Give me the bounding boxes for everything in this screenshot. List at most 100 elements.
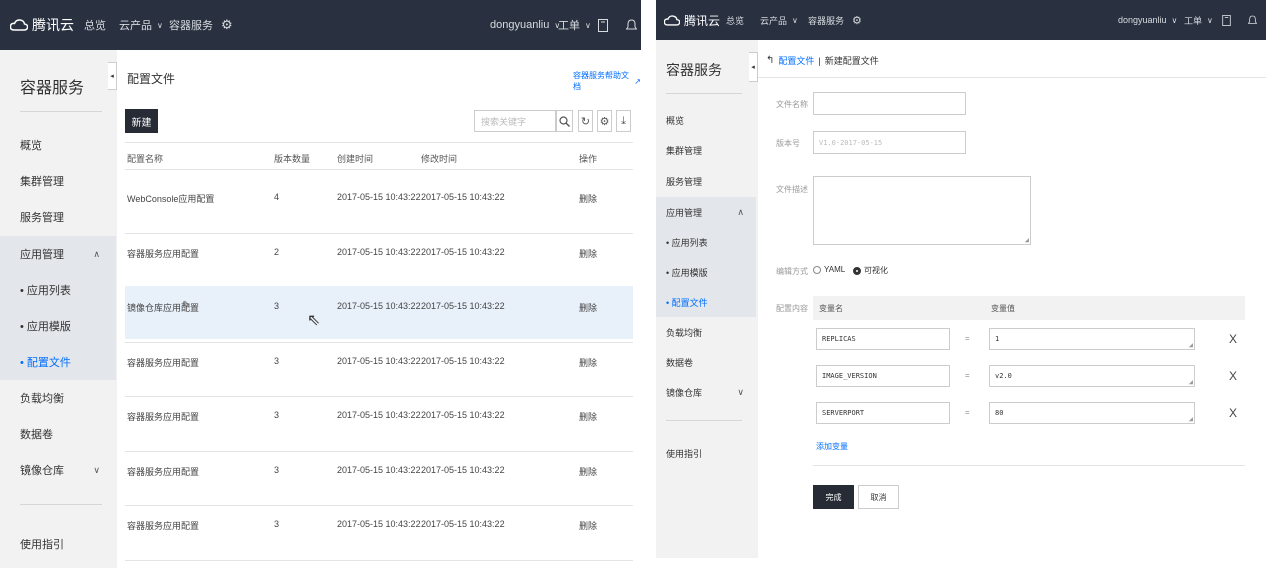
remove-variable-button[interactable]: X — [1229, 332, 1237, 346]
delete-link[interactable]: 删除 — [579, 410, 597, 423]
file-name-input[interactable] — [813, 92, 966, 115]
variable-value-input[interactable]: 80 ◢ — [989, 402, 1195, 424]
breadcrumb-config-files[interactable]: 配置文件 — [778, 54, 814, 67]
variable-name-input[interactable]: IMAGE_VERSION — [816, 365, 950, 387]
search-placeholder: 搜索关键字 — [481, 116, 527, 127]
nav-products[interactable]: 云产品 ∨ — [760, 0, 798, 40]
sidebar-item-volumes[interactable]: 数据卷 — [0, 416, 116, 452]
sidebar-item-load-balancer[interactable]: 负载均衡 — [656, 317, 756, 347]
sidebar-item-image-registry[interactable]: 镜像仓库 ∨ — [656, 377, 756, 407]
sidebar-item-load-balancer[interactable]: 负载均衡 — [0, 380, 116, 416]
config-name-link[interactable]: WebConsole应用配置 — [127, 192, 214, 205]
back-arrow-icon[interactable]: ↰ — [766, 55, 774, 66]
user-menu[interactable]: dongyuanliu ∨ — [1118, 0, 1177, 40]
search-input[interactable]: 搜索关键字 — [474, 110, 556, 132]
remove-variable-button[interactable]: X — [1229, 406, 1237, 420]
cancel-button[interactable]: 取消 — [858, 485, 899, 509]
tickets-menu[interactable]: 工单 ∨ — [558, 0, 591, 50]
notification-icon[interactable] — [1248, 0, 1257, 40]
variable-value-input[interactable]: v2.0 ◢ — [989, 365, 1195, 387]
sidebar-item-image-registry[interactable]: 镜像仓库 ∨ — [0, 452, 116, 488]
submit-button[interactable]: 完成 — [813, 485, 854, 509]
document-icon[interactable] — [1222, 0, 1231, 40]
delete-link[interactable]: 删除 — [579, 356, 597, 369]
sidebar-item-config-files[interactable]: • 配置文件 — [0, 344, 116, 380]
sidebar-item-label: 负载均衡 — [20, 393, 64, 405]
document-icon[interactable] — [598, 0, 608, 50]
chevron-down-icon: ∨ — [157, 20, 163, 30]
settings-button[interactable]: ⚙ — [597, 110, 612, 132]
file-name-label: 文件名称 — [776, 100, 808, 109]
col-header-name: 配置名称 — [127, 154, 164, 164]
sidebar-item-app-templates[interactable]: • 应用模版 — [656, 257, 756, 287]
config-name-link[interactable]: 容器服务应用配置 — [127, 247, 199, 260]
delete-link[interactable]: 删除 — [579, 301, 597, 314]
row-divider — [125, 450, 633, 452]
brand-name: 腾讯云 — [684, 13, 721, 28]
new-config-button[interactable]: 新建 — [125, 109, 158, 133]
config-name-link[interactable]: 容器服务应用配置 — [127, 356, 199, 369]
sidebar-item-label: • 配置文件 — [666, 297, 708, 308]
delete-link[interactable]: 删除 — [579, 247, 597, 260]
variable-value-input[interactable]: 1 ◢ — [989, 328, 1195, 350]
sidebar-item-app-management[interactable]: 应用管理 ∧ — [656, 197, 756, 227]
sidebar-item-overview[interactable]: 概览 — [0, 127, 116, 163]
config-name-link[interactable]: 容器服务应用配置 — [127, 410, 199, 423]
delete-link[interactable]: 删除 — [579, 519, 597, 532]
sidebar-collapse-toggle[interactable]: ◂ — [749, 52, 758, 82]
sidebar-item-overview[interactable]: 概览 — [656, 105, 756, 135]
sidebar-item-guide[interactable]: 使用指引 — [0, 526, 116, 562]
sidebar-item-guide[interactable]: 使用指引 — [656, 438, 756, 468]
radio-checked-icon — [853, 266, 861, 275]
brand-logo[interactable]: 腾讯云 — [10, 0, 74, 50]
table-cell-created: 2017-05-15 10:43:22 — [337, 246, 421, 257]
sidebar-item-app-list[interactable]: • 应用列表 — [0, 272, 116, 308]
table-cell-modified: 2017-05-15 10:43:22 — [421, 192, 505, 202]
nav-container-service[interactable]: 容器服务 ⚙ — [808, 0, 862, 40]
description-textarea[interactable]: ◢ — [813, 176, 1031, 245]
help-doc-link[interactable]: 容器服务帮助文档 ↗ — [573, 70, 641, 92]
variable-name-input[interactable]: SERVERPORT — [816, 402, 950, 424]
sidebar-item-services[interactable]: 服务管理 — [656, 166, 756, 196]
sidebar-item-app-management[interactable]: 应用管理 ∧ — [0, 236, 116, 272]
delete-link[interactable]: 删除 — [579, 192, 597, 205]
sidebar-item-label: 镜像仓库 — [666, 387, 703, 398]
brand-logo[interactable]: 腾讯云 — [664, 0, 720, 40]
sidebar-item-services[interactable]: 服务管理 — [0, 199, 116, 235]
resize-handle-icon: ◢ — [1188, 415, 1193, 423]
nav-overview[interactable]: 总览 — [84, 0, 106, 50]
gear-icon: ⚙ — [221, 17, 233, 32]
mode-visual-radio[interactable]: 可视化 — [853, 265, 888, 276]
refresh-button[interactable]: ↻ — [578, 110, 593, 132]
notification-icon[interactable] — [626, 0, 637, 50]
search-button[interactable] — [556, 110, 573, 132]
edit-pencil-icon[interactable]: ✎ — [182, 300, 190, 311]
sidebar-item-volumes[interactable]: 数据卷 — [656, 347, 756, 377]
download-button[interactable]: ⤓ — [616, 110, 631, 132]
sidebar-divider — [666, 93, 742, 94]
table-cell-created: 2017-05-15 10:43:22 — [337, 192, 421, 202]
config-name-link[interactable]: 容器服务应用配置 — [127, 519, 199, 532]
tickets-menu[interactable]: 工单 ∨ — [1184, 0, 1213, 40]
new-config-label: 新建 — [131, 117, 152, 129]
nav-container-service[interactable]: 容器服务 ⚙ — [169, 0, 233, 50]
sidebar-item-app-list[interactable]: • 应用列表 — [656, 227, 756, 257]
user-menu[interactable]: dongyuanliu ∨ — [490, 0, 560, 50]
add-variable-link[interactable]: 添加变量 — [816, 441, 848, 452]
sidebar-item-label: 集群管理 — [20, 176, 64, 188]
remove-variable-button[interactable]: X — [1229, 369, 1237, 383]
sidebar-item-label: 服务管理 — [20, 212, 64, 224]
mode-yaml-radio[interactable]: YAML — [813, 265, 845, 274]
config-name-link[interactable]: 容器服务应用配置 — [127, 465, 199, 478]
sidebar-item-app-templates[interactable]: • 应用模版 — [0, 308, 116, 344]
version-input[interactable]: V1.0-2017-05-15 — [813, 131, 966, 154]
sidebar-item-clusters[interactable]: 集群管理 — [656, 135, 756, 165]
sidebar-item-config-files[interactable]: • 配置文件 — [656, 287, 756, 317]
sidebar-item-clusters[interactable]: 集群管理 — [0, 163, 116, 199]
nav-overview[interactable]: 总览 — [726, 0, 744, 40]
variable-name-input[interactable]: REPLICAS — [816, 328, 950, 350]
nav-products[interactable]: 云产品 ∨ — [119, 0, 163, 50]
edit-mode-label: 编辑方式 — [776, 267, 808, 276]
delete-link[interactable]: 删除 — [579, 465, 597, 478]
sidebar-collapse-toggle[interactable]: ◂ — [108, 62, 117, 90]
